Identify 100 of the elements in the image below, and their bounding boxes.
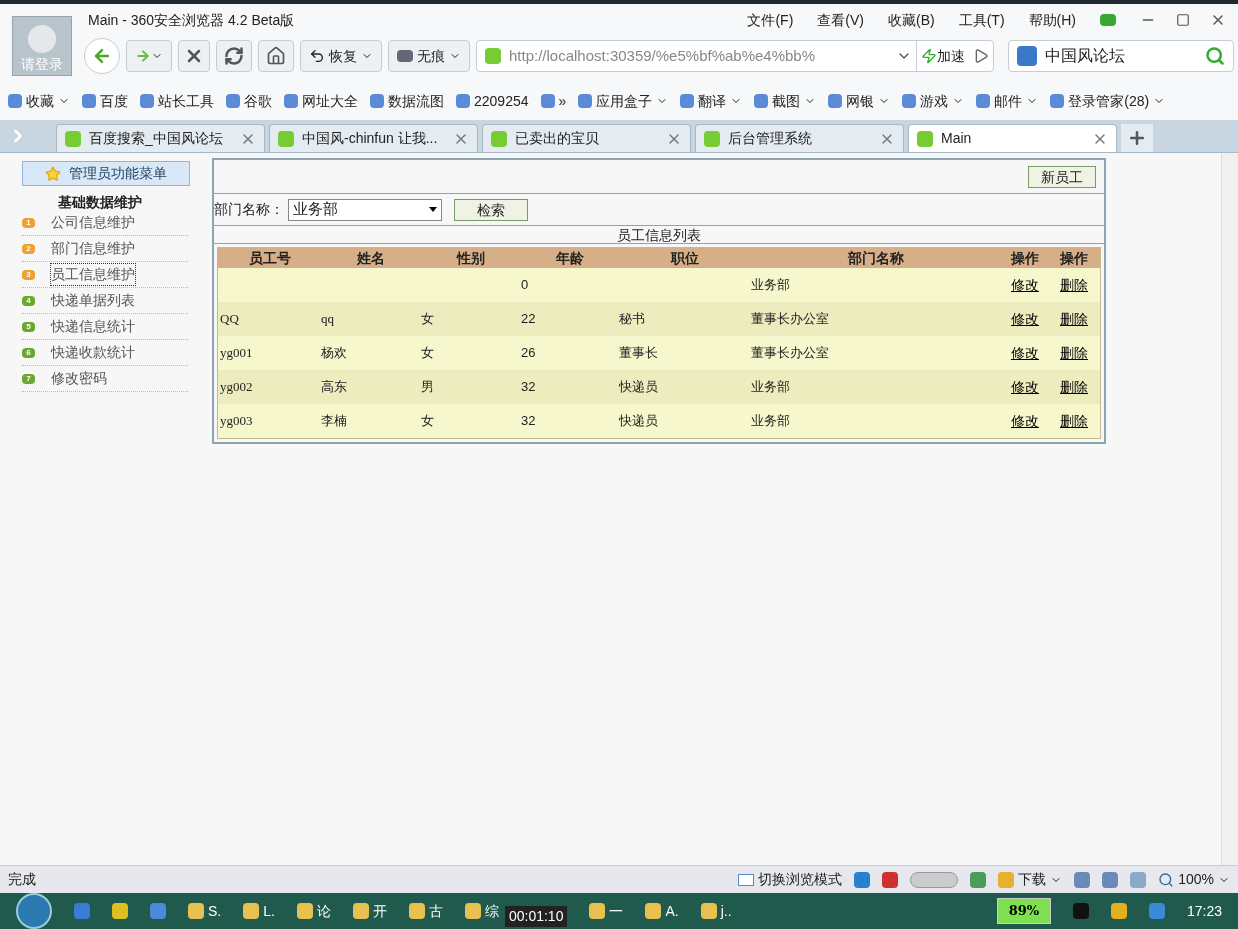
number-badge: 2: [22, 243, 35, 254]
bookmark-item[interactable]: 数据流图: [388, 90, 444, 112]
start-button[interactable]: [16, 893, 52, 929]
taskbar-item[interactable]: S.: [188, 900, 222, 922]
bookmark-item[interactable]: 网银: [846, 90, 875, 112]
table-cell: 女: [421, 413, 434, 429]
delete-link[interactable]: 删除: [1060, 344, 1088, 361]
accelerate-button[interactable]: 加速: [916, 41, 969, 71]
edit-link[interactable]: 修改: [1011, 412, 1039, 429]
forward-button[interactable]: [126, 40, 172, 72]
table-cell: yg003: [220, 413, 253, 429]
home-button[interactable]: [258, 40, 294, 72]
bookmark-item[interactable]: 邮件: [994, 90, 1023, 112]
bookmark-item[interactable]: 百度: [100, 90, 128, 112]
taskbar-item[interactable]: 一: [589, 900, 624, 922]
filter-label: 部门名称：: [214, 200, 284, 219]
new-tab-button[interactable]: [1121, 124, 1153, 152]
delete-link[interactable]: 删除: [1060, 378, 1088, 395]
table-cell: 董事长: [619, 345, 658, 361]
address-bar[interactable]: http://localhost:30359/%e5%bf%ab%e4%bb% 加速: [476, 40, 994, 72]
edit-link[interactable]: 修改: [1011, 344, 1039, 361]
bookmark-item[interactable]: 应用盒子: [596, 90, 653, 112]
taskbar-item[interactable]: 开: [352, 900, 387, 922]
back-button[interactable]: [84, 38, 120, 74]
taskbar-item[interactable]: A.: [645, 900, 679, 922]
bookmark-item[interactable]: 翻译: [698, 90, 727, 112]
bookmark-item[interactable]: 网址大全: [302, 90, 358, 112]
browser-tab[interactable]: 已卖出的宝贝: [482, 124, 691, 152]
zoom-button[interactable]: 100%: [1158, 869, 1230, 890]
bookmark-item[interactable]: 截图: [772, 90, 801, 112]
table-cell: 杨欢: [321, 345, 347, 361]
table-cell: QQ: [220, 311, 239, 327]
menu-header-title: 管理员功能菜单: [69, 164, 167, 183]
restore-button[interactable]: 恢复: [300, 40, 382, 72]
menu-link[interactable]: 公司信息维护: [51, 212, 135, 233]
bookmark-item[interactable]: 收藏: [26, 90, 54, 112]
number-badge: 3: [22, 269, 35, 280]
edit-link[interactable]: 修改: [1011, 276, 1039, 293]
refresh-button[interactable]: [216, 40, 252, 72]
search-field[interactable]: 中国风论坛: [1008, 40, 1234, 72]
menu-link[interactable]: 员工信息维护: [51, 264, 135, 285]
bookmark-item[interactable]: 站长工具: [158, 90, 214, 112]
browse-mode-button[interactable]: 切换浏览模式: [738, 869, 843, 890]
browser-tab[interactable]: Main: [908, 124, 1117, 152]
bookmark-item[interactable]: 谷歌: [244, 90, 272, 112]
bookmark-item[interactable]: 登录管家(28): [1068, 90, 1150, 112]
maximize-icon[interactable]: [1176, 13, 1190, 27]
battery-indicator: 89%: [996, 898, 1051, 924]
window-title: Main - 360安全浏览器 4.2 Beta版: [88, 10, 295, 30]
play-icon[interactable]: [973, 48, 989, 64]
bookmark-item[interactable]: 游戏: [920, 90, 949, 112]
menu-item[interactable]: 工具(T): [958, 9, 1005, 31]
taskbar-item[interactable]: 论: [296, 900, 331, 922]
menu-link[interactable]: 快递信息统计: [51, 316, 135, 337]
new-employee-button[interactable]: 新员工: [1028, 165, 1096, 188]
menu-link[interactable]: 部门信息维护: [51, 238, 135, 259]
menu-link[interactable]: 快递收款统计: [51, 342, 135, 363]
menu-item[interactable]: 收藏(B): [888, 9, 935, 31]
edit-link[interactable]: 修改: [1011, 378, 1039, 395]
menu-link[interactable]: 修改密码: [51, 368, 107, 389]
table-cell: 业务部: [751, 413, 790, 429]
search-icon[interactable]: [1205, 46, 1225, 66]
table-cell: 26: [521, 345, 536, 361]
taskbar-item[interactable]: j..: [700, 900, 732, 922]
toggle-icon[interactable]: [910, 871, 959, 888]
taskbar-item[interactable]: 综: [464, 900, 499, 922]
refresh-icon: [224, 46, 244, 66]
number-badge: 4: [22, 295, 35, 306]
menu-item[interactable]: 帮助(H): [1028, 9, 1076, 31]
delete-link[interactable]: 删除: [1060, 412, 1088, 429]
bookmark-item[interactable]: 2209254: [474, 90, 529, 112]
number-badge: 5: [22, 321, 35, 332]
column-header: 员工号: [247, 249, 292, 268]
clock: 17:23: [1186, 901, 1222, 921]
table-cell: 秘书: [619, 311, 645, 327]
download-button[interactable]: 下载: [998, 869, 1063, 890]
edit-link[interactable]: 修改: [1011, 310, 1039, 327]
menu-section-title: 基础数据维护: [58, 194, 143, 210]
private-button[interactable]: 无痕: [388, 40, 470, 72]
delete-link[interactable]: 删除: [1060, 276, 1088, 293]
menu-item[interactable]: 查看(V): [817, 9, 864, 31]
taskbar-item[interactable]: 古: [408, 900, 443, 922]
search-button[interactable]: 检索: [454, 198, 528, 221]
stop-button[interactable]: [178, 40, 210, 72]
menu-item[interactable]: 文件(F): [747, 9, 794, 31]
home-icon: [266, 46, 286, 66]
browser-tab[interactable]: 中国风-chinfun 让我...: [269, 124, 478, 152]
browser-tab[interactable]: 百度搜索_中国风论坛: [56, 124, 265, 152]
menu-link[interactable]: 快递单据列表: [51, 290, 135, 311]
search-icon: [1158, 871, 1175, 888]
delete-link[interactable]: 删除: [1060, 310, 1088, 327]
scrollbar[interactable]: [1221, 153, 1238, 865]
table-cell: 业务部: [751, 277, 790, 293]
status-text: 完成: [8, 870, 36, 889]
taskbar-item[interactable]: L.: [243, 900, 275, 922]
table-cell: 董事长办公室: [751, 311, 829, 327]
column-header: 职位: [669, 249, 700, 268]
browser-tab[interactable]: 后台管理系统: [695, 124, 904, 152]
bookmark-item[interactable]: »: [558, 90, 567, 112]
department-select[interactable]: 业务部: [288, 198, 442, 221]
